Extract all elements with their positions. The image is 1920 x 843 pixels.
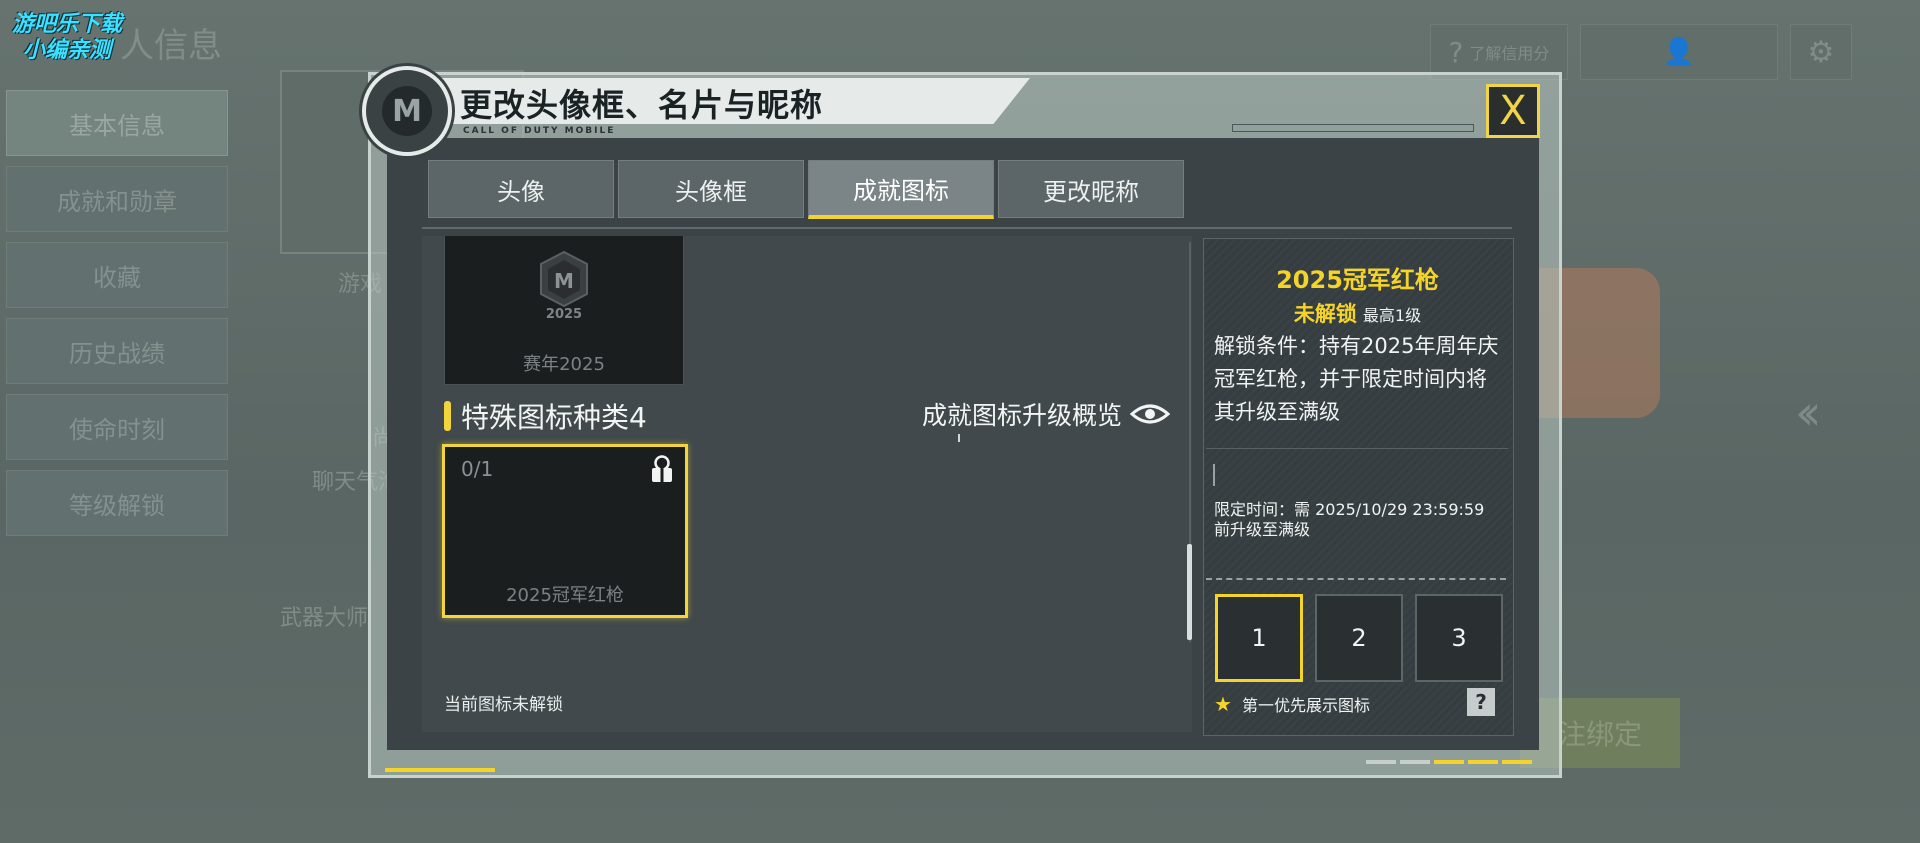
page-dot-active [1468,760,1498,764]
bg-page-title: 人信息 [120,26,222,66]
category-marker [444,401,451,431]
cod-logo-icon: M [362,66,452,156]
icon-card-champion-red-gun[interactable]: 0/1 2025冠军红枪 [442,444,688,618]
bg-side-item-history: 历史战绩 [6,318,228,384]
bg-collapse-chevron-icon: ‹‹ [1795,385,1822,441]
bg-settings-button: ⚙ [1790,24,1852,80]
tab-divider [422,227,1512,229]
page-dot [1366,760,1396,764]
bg-profile-button: 👤 [1580,24,1778,80]
bg-weapon-master-label: 武器大师 [280,606,369,631]
display-slots: 1 2 3 [1215,594,1503,682]
gift-lock-icon [652,455,672,482]
watermark: 游吧乐下载 小编亲测 [12,12,122,64]
bg-side-item-collection: 收藏 [6,242,228,308]
grid-scrollbar-thumb[interactable] [1187,544,1192,640]
display-slot-3[interactable]: 3 [1415,594,1503,682]
eye-icon [1130,404,1171,424]
display-slot-1[interactable]: 1 [1215,594,1303,682]
display-slot-2[interactable]: 2 [1315,594,1403,682]
season-card-label: 赛年2025 [523,354,605,375]
frame-accent [385,768,495,772]
upgrade-overview-link[interactable]: 成就图标升级概览 [922,396,1171,432]
tab-avatar[interactable]: 头像 [428,160,614,218]
bg-side-item-moments: 使命时刻 [6,394,228,460]
season-emblem-icon: M 2025 [540,250,588,320]
icon-card-season-2025[interactable]: M 2025 赛年2025 [444,236,684,385]
unlock-condition: 解锁条件：持有2025年周年庆冠军红枪，并于限定时间内将其升级至满级 [1214,334,1499,424]
category-heading: 特殊图标种类4 [444,396,647,436]
watermark-line2: 小编亲测 [23,38,112,63]
dialog-subtitle: CALL OF DUTY MOBILE [463,126,616,136]
close-button[interactable]: X [1486,84,1540,138]
card-progress-count: 0/1 [461,457,494,481]
icon-unlock-status: 当前图标未解锁 [444,695,563,715]
svg-text:2025: 2025 [546,307,582,320]
tab-achievement-icon[interactable]: 成就图标 [808,160,994,219]
help-button[interactable]: ? [1467,688,1495,716]
detail-scroll-indicator [1213,464,1215,486]
bg-user-icon: 👤 [1662,37,1696,67]
bg-side-item-levels: 等级解锁 [6,470,228,536]
dialog-title: 更改头像框、名片与昵称 [460,86,824,124]
bg-side-item-basic: 基本信息 [6,90,228,156]
limited-time-line1: 限定时间：需 2025/10/29 23:59:59 [1214,500,1485,519]
limited-time-line2: 前升级至满级 [1214,520,1311,539]
limited-time-info: 限定时间：需 2025/10/29 23:59:59 前升级至满级 [1214,500,1509,540]
detail-max-level: 最高1级 [1362,306,1422,325]
watermark-line1: 游吧乐下载 [12,12,123,37]
page-indicator [1366,760,1532,764]
detail-status-row: 未解锁 最高1级 [1203,298,1512,328]
bg-side-item-achievements: 成就和勋章 [6,166,228,232]
detail-status: 未解锁 [1293,302,1357,326]
close-icon: X [1499,88,1527,134]
bg-question-icon: ? [1448,35,1464,69]
dashed-separator [1206,578,1506,580]
detail-title: 2025冠军红枪 [1276,266,1439,294]
star-icon: ★ [1214,692,1232,716]
page-dot [1400,760,1430,764]
page-dot-active [1434,760,1464,764]
tab-change-nickname[interactable]: 更改昵称 [998,160,1184,218]
priority-legend: ★ 第一优先展示图标 [1214,692,1370,716]
detail-separator [1206,448,1508,449]
bg-gear-icon: ⚙ [1807,34,1835,70]
header-slider [1232,124,1474,132]
tab-avatar-frame[interactable]: 头像框 [618,160,804,218]
overview-tick [958,434,960,442]
svg-text:M: M [554,269,574,293]
champion-card-label: 2025冠军红枪 [506,585,624,606]
page-dot-active [1502,760,1532,764]
priority-label: 第一优先展示图标 [1241,696,1370,715]
tab-bar: 头像 头像框 成就图标 更改昵称 [428,160,1184,219]
